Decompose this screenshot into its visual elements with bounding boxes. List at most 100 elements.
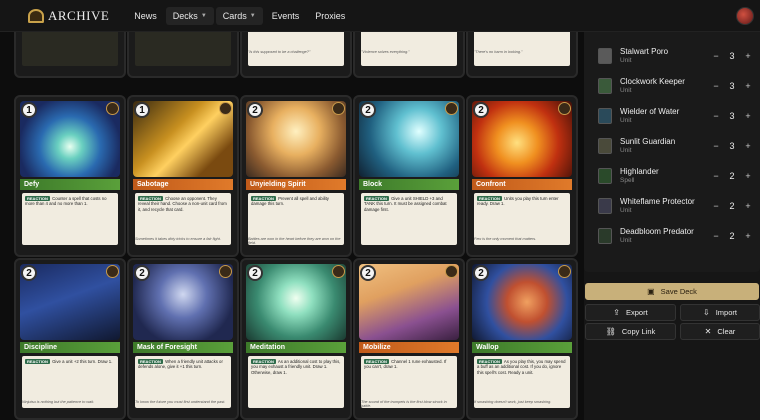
- chevron-down-icon: ▼: [200, 12, 207, 19]
- decrement-button[interactable]: −: [710, 141, 722, 151]
- card[interactable]: 1 Defy REACTION Counter a spell that costs…: [14, 95, 126, 257]
- keyword-badge: REACTION: [251, 359, 276, 365]
- quantity-stepper: −2 +: [710, 201, 760, 211]
- increment-button[interactable]: +: [742, 141, 754, 151]
- increment-button[interactable]: +: [742, 171, 754, 181]
- card-text: REACTION Give a unit SHIELD +3 and TANK …: [361, 193, 457, 245]
- nav-proxies[interactable]: Proxies: [308, 7, 352, 25]
- card[interactable]: 2 Unyielding Spirit REACTION Prevent all s…: [240, 95, 352, 257]
- region-icon: [106, 102, 119, 115]
- nav-news[interactable]: News: [127, 7, 164, 25]
- quantity-value: 3: [729, 51, 735, 61]
- card-thumbnail: [598, 228, 612, 244]
- card-cost: 2: [473, 102, 489, 118]
- deck-row-text: Deadbloom Predator Unit: [620, 227, 710, 245]
- quantity-stepper: −2 +: [710, 231, 760, 241]
- card[interactable]: 2 Wallop REACTION As you play this, you ma…: [466, 258, 578, 420]
- region-icon: [558, 265, 571, 278]
- quantity-value: 2: [729, 171, 735, 181]
- card-name: Meditation: [246, 342, 346, 353]
- deck-row[interactable]: Deadbloom Predator Unit −2 +: [598, 223, 760, 249]
- deck-row-text: Wielder of Water Unit: [620, 107, 710, 125]
- save-icon: ▣: [647, 287, 655, 296]
- card-cost: 2: [360, 265, 376, 281]
- card-name: Unyielding Spirit: [246, 179, 346, 190]
- import-button[interactable]: ⇩ Import: [680, 304, 760, 321]
- increment-button[interactable]: +: [742, 231, 754, 241]
- keyword-badge: REACTION: [477, 196, 502, 202]
- card[interactable]: 2 Mobilize REACTION Channel 1 rune exhaust…: [353, 258, 465, 420]
- decrement-button[interactable]: −: [710, 201, 722, 211]
- save-deck-button[interactable]: ▣ Save Deck: [585, 283, 759, 300]
- card-cost: 1: [21, 102, 37, 118]
- card[interactable]: 2 Discipline REACTION Give a unit +2 this …: [14, 258, 126, 420]
- card[interactable]: 1 Sabotage REACTION Choose an opponent. Th…: [127, 95, 239, 257]
- user-avatar[interactable]: [736, 7, 754, 25]
- nav-cards[interactable]: Cards ▼: [215, 6, 263, 25]
- card-name: Sabotage: [133, 179, 233, 190]
- card-name: Defy: [20, 179, 120, 190]
- decrement-button[interactable]: −: [710, 81, 722, 91]
- copy-link-button[interactable]: ⛓ Copy Link: [585, 323, 676, 340]
- quantity-value: 3: [729, 111, 735, 121]
- quantity-stepper: −2 +: [710, 171, 760, 181]
- deck-list: Unit−3+Stalwart PoroUnit−3+Clockwork Kee…: [584, 0, 760, 272]
- deck-row[interactable]: Stalwart Poro Unit −3 +: [598, 43, 760, 69]
- increment-button[interactable]: +: [742, 201, 754, 211]
- nav-events[interactable]: Events: [265, 7, 307, 25]
- card-text: REACTION Counter a spell that costs no m…: [22, 193, 118, 245]
- link-icon: ⛓: [605, 327, 616, 336]
- card-grid: Abilities that add resources can't be re…: [0, 0, 578, 420]
- region-icon: [219, 265, 232, 278]
- keyword-badge: REACTION: [364, 196, 389, 202]
- deck-card-name: Sunlit Guardian: [620, 137, 676, 146]
- close-icon: ✕: [704, 327, 712, 336]
- card[interactable]: 2 Meditation REACTION As an additional cos…: [240, 258, 352, 420]
- card-flavor: The sound of the trumpets is the first b…: [361, 400, 447, 408]
- card[interactable]: 2 Mask of Foresight REACTION When a friend…: [127, 258, 239, 420]
- decrement-button[interactable]: −: [710, 231, 722, 241]
- decrement-button[interactable]: −: [710, 51, 722, 61]
- logo[interactable]: ARCHIVE: [28, 8, 109, 24]
- region-icon: [558, 102, 571, 115]
- increment-button[interactable]: +: [742, 81, 754, 91]
- copy-link-label: Copy Link: [621, 327, 656, 336]
- deck-row[interactable]: Wielder of Water Unit −3 +: [598, 103, 760, 129]
- card-cost: 1: [134, 102, 150, 118]
- nav-cards-label: Cards: [222, 10, 247, 21]
- increment-button[interactable]: +: [742, 51, 754, 61]
- decrement-button[interactable]: −: [710, 111, 722, 121]
- keyword-badge: REACTION: [25, 196, 50, 202]
- deck-card-type: Unit: [620, 87, 632, 94]
- clear-button[interactable]: ✕ Clear: [680, 323, 760, 340]
- card-thumbnail: [598, 78, 612, 94]
- region-icon: [219, 102, 232, 115]
- deck-row[interactable]: Clockwork Keeper Unit −3 +: [598, 73, 760, 99]
- deck-row-text: Sunlit Guardian Unit: [620, 137, 710, 155]
- deck-card-name: Deadbloom Predator: [620, 227, 694, 236]
- deck-row[interactable]: Whiteflame Protector Unit −2 +: [598, 193, 760, 219]
- deck-row-text: Highlander Spell: [620, 167, 710, 185]
- card[interactable]: 2 Confront REACTION Units you play this tu…: [466, 95, 578, 257]
- card-name: Block: [359, 179, 459, 190]
- save-deck-label: Save Deck: [660, 287, 697, 296]
- quantity-value: 2: [729, 201, 735, 211]
- keyword-badge: REACTION: [25, 359, 50, 365]
- deck-card-type: Unit: [620, 57, 632, 64]
- nav-events-label: Events: [271, 10, 300, 21]
- increment-button[interactable]: +: [742, 111, 754, 121]
- deck-row[interactable]: Highlander Spell −2 +: [598, 163, 760, 189]
- region-icon: [445, 265, 458, 278]
- nav-proxies-label: Proxies: [315, 10, 346, 21]
- deck-card-name: Whiteflame Protector: [620, 197, 695, 206]
- nav-decks[interactable]: Decks ▼: [165, 6, 214, 25]
- card-flavor: "Is this supposed to be a challenge?": [248, 50, 311, 54]
- decrement-button[interactable]: −: [710, 171, 722, 181]
- deck-row[interactable]: Sunlit Guardian Unit −3 +: [598, 133, 760, 159]
- keyword-badge: REACTION: [364, 359, 389, 365]
- export-button[interactable]: ⇪ Export: [585, 304, 676, 321]
- card[interactable]: 2 Block REACTION Give a unit SHIELD +3 and…: [353, 95, 465, 257]
- deck-card-name: Highlander: [620, 167, 659, 176]
- deck-card-type: Unit: [620, 237, 632, 244]
- card-flavor: "There's no harm in looking.": [474, 50, 523, 54]
